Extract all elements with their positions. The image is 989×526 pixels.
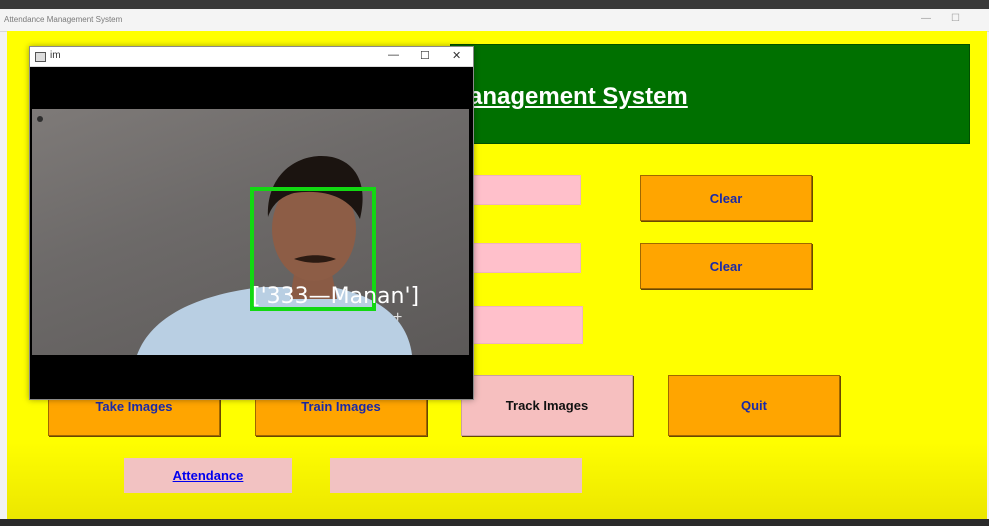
- bottom-strip: [0, 519, 989, 526]
- close-icon[interactable]: ✕: [452, 49, 461, 62]
- camera-titlebar[interactable]: im — ☐ ✕: [30, 47, 473, 67]
- minimize-icon[interactable]: —: [388, 49, 399, 61]
- camera-window[interactable]: im — ☐ ✕ ['333—Manan'] +: [29, 46, 474, 400]
- camera-feed: ['333—Manan'] +: [32, 109, 469, 355]
- crosshair-cursor: +: [393, 309, 403, 326]
- attendance-message-field: [330, 458, 582, 493]
- clear-id-button[interactable]: Clear: [640, 175, 812, 221]
- main-titlebar: Attendance Management System — ☐: [0, 9, 989, 32]
- track-images-button[interactable]: Track Images: [461, 375, 633, 436]
- top-strip: [0, 0, 989, 9]
- camera-window-title: im: [50, 50, 61, 61]
- minimize-icon[interactable]: —: [921, 13, 931, 24]
- quit-button[interactable]: Quit: [668, 375, 840, 436]
- page-title: anagement System: [469, 83, 688, 110]
- face-label: ['333—Manan']: [252, 284, 420, 309]
- window-app-icon: [35, 52, 46, 62]
- window-title: Attendance Management System: [4, 15, 123, 24]
- enter-name-field[interactable]: [467, 243, 581, 273]
- maximize-icon[interactable]: ☐: [420, 49, 430, 62]
- maximize-icon[interactable]: ☐: [951, 13, 960, 24]
- header-banner: anagement System: [450, 44, 970, 144]
- enter-id-field[interactable]: [467, 175, 581, 205]
- notification-field: [467, 306, 583, 344]
- attendance-link[interactable]: Attendance: [173, 468, 244, 483]
- clear-name-button[interactable]: Clear: [640, 243, 812, 289]
- attendance-button[interactable]: Attendance: [124, 458, 292, 493]
